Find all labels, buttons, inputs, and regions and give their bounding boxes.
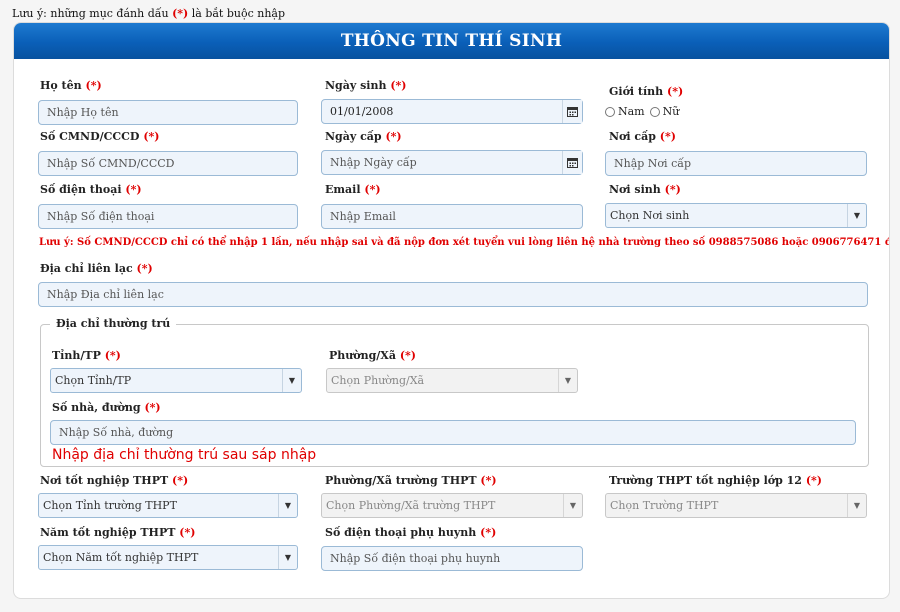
radio-nu[interactable] [649, 106, 660, 117]
gioi-tinh-group: Nam Nữ [605, 105, 679, 118]
label-ho-ten: Họ tên (*) [40, 79, 102, 92]
cmnd-warning: Lưu ý: Số CMND/CCCD chỉ có thể nhập 1 lầ… [39, 237, 890, 248]
ngay-sinh-field [321, 99, 583, 124]
sdt-phu-huynh-input[interactable] [321, 546, 583, 571]
phuong-truong-select[interactable]: Chọn Phường/Xã trường THPT ▼ [321, 493, 583, 518]
label-so-nha: Số nhà, đường (*) [52, 401, 161, 414]
calendar-icon[interactable] [562, 100, 582, 123]
chevron-down-icon[interactable]: ▼ [847, 204, 866, 227]
cmnd-input[interactable] [38, 151, 298, 176]
card-title: THÔNG TIN THÍ SINH [14, 23, 889, 59]
label-truong-lop12: Trường THPT tốt nghiệp lớp 12 (*) [609, 474, 822, 487]
so-dien-thoai-input[interactable] [38, 204, 298, 229]
label-phuong-xa: Phường/Xã (*) [329, 349, 416, 362]
label-email: Email (*) [325, 183, 381, 196]
dia-chi-lien-lac-input[interactable] [38, 282, 868, 307]
chevron-down-icon[interactable]: ▼ [847, 494, 866, 517]
nam-tot-nghiep-select[interactable]: Chọn Năm tốt nghiệp THPT ▼ [38, 545, 298, 570]
noi-sinh-select[interactable]: Chọn Nơi sinh ▼ [605, 203, 867, 228]
label-dia-chi-lien-lac: Địa chỉ liên lạc (*) [40, 262, 153, 275]
noi-tot-nghiep-select[interactable]: Chọn Tỉnh trường THPT ▼ [38, 493, 298, 518]
label-sdt-phu-huynh: Số điện thoại phụ huynh (*) [325, 526, 497, 539]
email-input[interactable] [321, 204, 583, 229]
chevron-down-icon[interactable]: ▼ [282, 369, 301, 392]
address-hint: Nhập địa chỉ thường trú sau sáp nhập [52, 447, 317, 463]
chevron-down-icon[interactable]: ▼ [278, 494, 297, 517]
label-ngay-cap: Ngày cấp (*) [325, 130, 402, 143]
chevron-down-icon[interactable]: ▼ [558, 369, 577, 392]
label-nam-tot-nghiep: Năm tốt nghiệp THPT (*) [40, 526, 196, 539]
required-note: Lưu ý: những mục đánh dấu (*) là bắt buộ… [12, 7, 286, 20]
permanent-address-legend: Địa chỉ thường trú [50, 317, 177, 330]
label-so-dien-thoai: Số điện thoại (*) [40, 183, 142, 196]
permanent-address-group [40, 324, 869, 467]
label-tinh-tp: Tỉnh/TP (*) [52, 349, 121, 362]
ngay-sinh-input[interactable] [321, 99, 583, 124]
phuong-xa-select[interactable]: Chọn Phường/Xã ▼ [326, 368, 578, 393]
candidate-info-card: THÔNG TIN THÍ SINH Họ tên (*) Ngày sinh … [13, 22, 890, 599]
noi-cap-input[interactable] [605, 151, 867, 176]
label-noi-cap: Nơi cấp (*) [609, 130, 676, 143]
label-noi-tot-nghiep: Nơi tốt nghiệp THPT (*) [40, 474, 189, 487]
ho-ten-input[interactable] [38, 100, 298, 125]
radio-nam[interactable] [605, 106, 615, 117]
ngay-cap-field [321, 150, 583, 175]
ngay-cap-input[interactable] [321, 150, 583, 175]
chevron-down-icon[interactable]: ▼ [278, 546, 297, 569]
tinh-tp-select[interactable]: Chọn Tỉnh/TP ▼ [50, 368, 302, 393]
so-nha-input[interactable] [50, 420, 856, 445]
label-phuong-truong: Phường/Xã trường THPT (*) [325, 474, 497, 487]
calendar-icon[interactable] [562, 151, 582, 174]
truong-lop12-select[interactable]: Chọn Trường THPT ▼ [605, 493, 867, 518]
label-ngay-sinh: Ngày sinh (*) [325, 79, 407, 92]
chevron-down-icon[interactable]: ▼ [563, 494, 582, 517]
label-gioi-tinh: Giới tính (*) [609, 85, 684, 98]
label-noi-sinh: Nơi sinh (*) [609, 183, 681, 196]
label-cmnd: Số CMND/CCCD (*) [40, 130, 160, 143]
